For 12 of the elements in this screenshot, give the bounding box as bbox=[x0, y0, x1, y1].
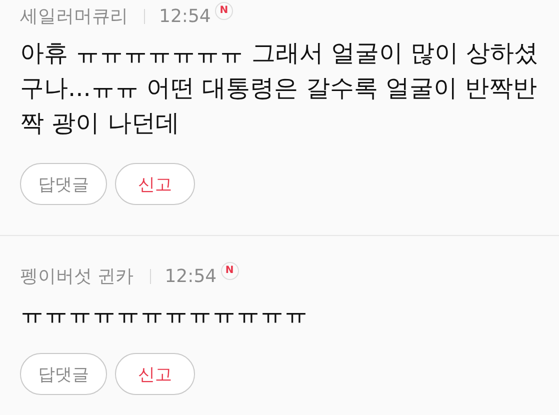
comment-time: 12:54 bbox=[159, 6, 211, 26]
comment-time: 12:54 bbox=[164, 266, 217, 286]
author-name[interactable]: 펭이버섯 귄카 bbox=[20, 264, 134, 288]
new-badge: N bbox=[220, 262, 239, 280]
new-badge: N bbox=[214, 2, 233, 20]
comment-text: ㅠㅠㅠㅠㅠㅠㅠㅠㅠㅠㅠㅠ bbox=[20, 298, 309, 329]
report-button[interactable]: 신고 bbox=[115, 353, 195, 395]
reply-button[interactable]: 답댓글 bbox=[20, 353, 107, 395]
report-button[interactable]: 신고 bbox=[115, 163, 195, 205]
author-name[interactable]: 세일러머큐리 bbox=[20, 4, 128, 28]
reply-button[interactable]: 답댓글 bbox=[20, 163, 107, 205]
comment-text: 아휴 ㅠㅠㅠㅠㅠㅠㅠ 그래서 얼굴이 많이 상하셨구나...ㅠㅠ 어떤 대통령은 갈수록 얼굴이 반짝반짝 광이 나던데 bbox=[20, 38, 539, 139]
